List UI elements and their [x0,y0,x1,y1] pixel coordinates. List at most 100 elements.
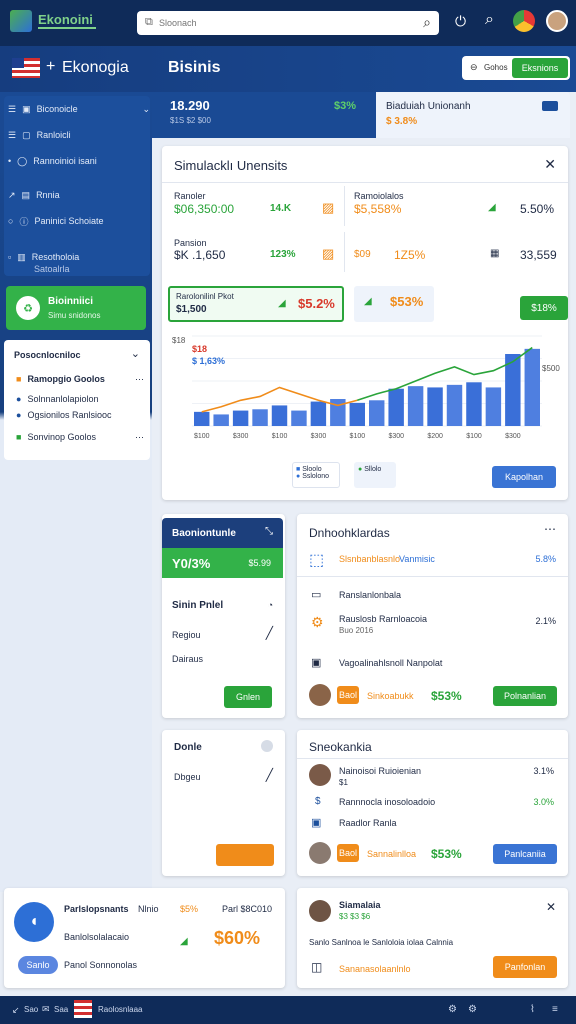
divider [162,182,568,183]
network-icon[interactable]: ⌇ [530,1004,535,1015]
row-link[interactable]: Vanmisic [399,554,435,564]
card-link[interactable]: Sananasolaanlnlo [339,964,411,974]
active-title: Bioinniici [48,296,93,307]
legend-box: ■ Sloolo ● Sslolono [292,462,340,488]
sidebar-item-rnnia[interactable]: ↗ ▤ Rnnia [8,184,150,206]
mail-icon[interactable]: ✉ [42,1004,50,1015]
plus-icon[interactable]: + [46,58,55,76]
more-icon[interactable]: ⋯ [544,522,556,536]
card-value-right: $5.99 [248,558,271,568]
info-icon: ⓘ [19,216,29,227]
chart-bar [407,386,424,426]
avatar [309,900,331,922]
sub-item[interactable]: ● Solnnanlolapiolon [16,394,144,404]
more-icon[interactable]: ⋯ [135,432,144,443]
panel-value: $ 3.8% [386,116,418,127]
dot-icon: • [8,156,12,166]
footer-tab[interactable]: Raolosnlaaa [98,1005,142,1014]
export-button[interactable]: Eksnions [512,58,568,78]
section-title: Posocnlocniloc [14,350,81,360]
stat-sub: $1S $2 $00 [170,116,211,125]
sidebar-item-rannoinioi[interactable]: • ◯ Rannoinioi isani [8,150,150,172]
chevron-down-icon[interactable]: ⌄ [142,104,150,115]
sidebar-item-biconoicle[interactable]: ☰ ▣ Biconoicle ⌄ [8,98,150,120]
sidebar-item-resotholoia[interactable]: ▫ ▥ Resotholoia [8,246,150,268]
plug-icon[interactable]: ⏻ [455,13,466,30]
toggle-icon[interactable] [261,740,273,752]
close-icon[interactable]: ✕ [546,900,556,914]
expand-icon[interactable]: ⤡ [265,526,273,537]
legend-label: Sslolono [302,473,330,480]
row-value: 33,559 [520,248,557,262]
card-action-button[interactable]: Panfonlan [493,956,557,978]
legend-box: ● Sllolo [354,462,396,488]
top-bar: Ekonoini ⧉ ⌕ ⏻ ⌕ [0,0,576,46]
sub-item[interactable]: ■ Sonvinop Goolos ⋯ [16,432,144,443]
search-icon-top[interactable]: ⌕ [485,11,494,29]
arrow-icon[interactable]: ↙ [12,1005,20,1016]
x-tick-label: $200 [427,433,443,440]
small-orange-button[interactable]: Baol [337,844,359,862]
x-tick-label: $100 [466,433,482,440]
avatar[interactable] [546,10,568,32]
sidebar-item-ranloicli[interactable]: ☰ ▢ Ranloicli [8,124,150,146]
edit-icon[interactable]: ╱ [266,768,273,782]
footer-mid[interactable]: Saa [54,1005,68,1014]
box-icon: ⬚ [309,552,325,569]
browser-icon[interactable] [513,10,535,32]
row-text: Vagoalinahlsnoll Nanpolat [339,658,443,668]
small-orange-button[interactable]: Baol [337,686,359,704]
trend-icon: ◢ [180,936,188,947]
card-icon: ▭ [311,589,322,601]
chart-bar [252,409,268,426]
chart-tag-button[interactable]: $18% [520,296,568,320]
chevron-down-icon[interactable]: ⌄ [131,347,140,360]
list-icon[interactable]: ≡ [552,1004,558,1015]
card-action-button[interactable]: Gnlen [224,686,272,708]
filter-icon[interactable]: ⊖ [470,62,478,73]
info-icon[interactable]: ◔ [268,600,273,610]
chart-bar [446,384,463,426]
search-bar[interactable]: ⧉ ⌕ [137,11,439,35]
menu-icon: ☰ [8,129,17,140]
x-tick-label: $300 [505,433,521,440]
sidebar-section: Posocnlocniloc ⌄ ■ Ramopgio Goolos ⋯ ● Soln… [4,340,150,460]
card-action-button[interactable]: Polnanlian [493,686,557,706]
close-icon[interactable]: ✕ [544,156,556,173]
row-value: $06,350:00 [174,202,235,216]
badge-icon [542,101,558,111]
card-action-button[interactable] [216,844,274,866]
row-label: Pansion [174,238,207,248]
more-icon[interactable]: ⋯ [135,374,144,385]
chart-bar [349,402,365,426]
sub-item[interactable]: ● Ogsionilos Ranlsiooc [16,410,144,420]
highlight-box[interactable]: Rarolonilinl Pkot $1,500 ◢ $5.2% [168,286,344,322]
legend-swatch: ● [296,473,301,480]
pill-button[interactable]: Sanlo [18,956,58,974]
bottom-left-card: ◖ Parlslopsnants Nlnio $5% Parl $8C010 B… [4,888,285,988]
search-input[interactable] [159,15,399,31]
chart-action-button[interactable]: Kapolhan [492,466,556,488]
row-text: Raadlor Ranla [339,818,397,828]
footer-left[interactable]: Sao [24,1005,38,1014]
filter-label[interactable]: Gohos [484,63,508,72]
search-icon[interactable]: ⌕ [423,14,431,31]
flag-icon[interactable] [74,1000,92,1018]
card-action-button[interactable]: Panlcaniia [493,844,557,864]
chat-icon: ◯ [17,155,28,166]
leaf-icon: ■ [16,432,22,442]
stats-strip: 18.290 $1S $2 $00 $3% [152,92,376,138]
circle-icon: ○ [8,216,14,226]
sub-item[interactable]: ■ Ramopgio Goolos ⋯ [16,374,144,385]
box-icon: ▥ [17,251,26,262]
row-value: 5.8% [535,554,556,564]
gear-icon[interactable]: ⚙ [468,1004,477,1015]
highlight-value: $1,500 [176,304,207,315]
settings-icon[interactable]: ⚙ [448,1004,457,1015]
small-card-2: Donle Dbgeu ╱ [162,730,285,876]
card-pct: $5% [180,904,199,914]
sidebar-item-paninici[interactable]: ○ ⓘ Paninici Schoiate [8,210,150,232]
card-right: Parl $8C010 [222,904,273,914]
edit-icon[interactable]: ╱ [266,626,273,640]
sidebar-active-item[interactable]: ♻ Bioinniici Simu snidonos [6,286,146,330]
